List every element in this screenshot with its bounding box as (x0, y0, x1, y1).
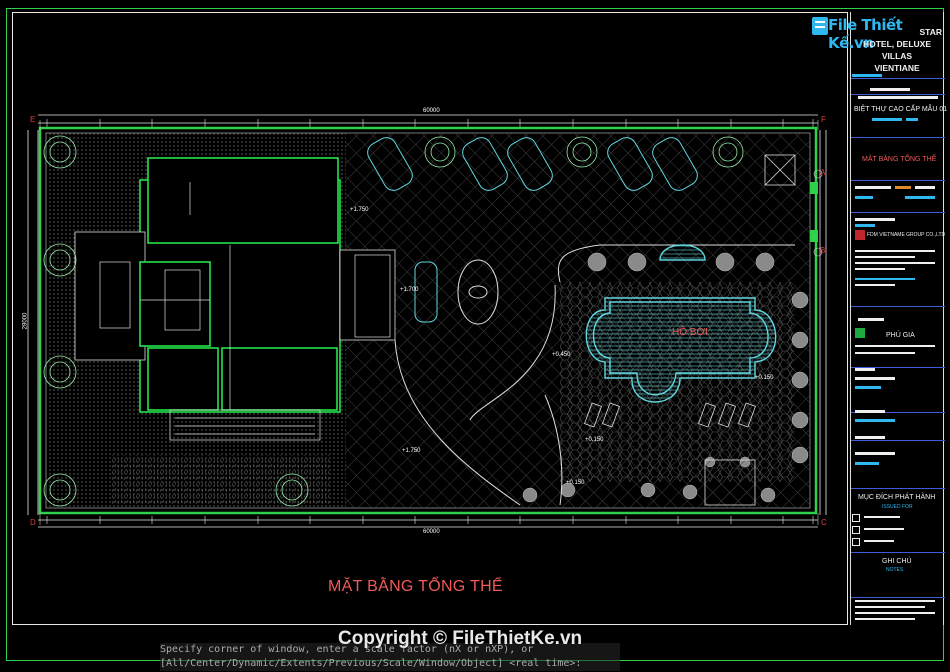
level-label: +0.150 (566, 480, 585, 486)
project-line-1: STAR (919, 27, 942, 37)
notes-heading: GHI CHÚ (882, 558, 912, 565)
bottom-dimension-text: 60000 (423, 529, 440, 535)
level-label: +0.150 (755, 375, 774, 381)
grid-letter-a: A (820, 168, 826, 177)
pavilion (704, 459, 756, 506)
issue-heading: MỤC ĐÍCH PHÁT HÀNH (858, 494, 936, 501)
project-line-3: VIENTIANE (874, 63, 920, 73)
level-label: +1.750 (350, 207, 369, 213)
notes-sub: NOTES (886, 567, 904, 573)
company-logo-icon (855, 230, 865, 240)
drawing-name: MẶT BẰNG TỔNG THỂ (862, 156, 937, 163)
pool-label: HỒ BƠI (672, 327, 708, 338)
project-line-2: HOTEL, DELUXE VILLAS (862, 39, 931, 61)
grid-letter-f: F (821, 115, 826, 124)
grid-letter-d: D (30, 518, 36, 527)
level-label: +0.150 (585, 437, 604, 443)
issue-checkbox[interactable] (852, 538, 860, 546)
company-name: FDM VIETNAME GROUP CO.,LTD (867, 232, 946, 238)
issue-sub: ISSUED FOR (882, 504, 913, 510)
site-plan-drawing[interactable] (0, 0, 950, 672)
copyright-watermark: Copyright © FileThietKe.vn (338, 628, 583, 649)
top-dimension-text: 60000 (423, 108, 440, 114)
grid-letter-c: C (821, 518, 827, 527)
level-label: +1.750 (402, 448, 421, 454)
level-label: +0.450 (552, 352, 571, 358)
phu-gia-logo-icon (855, 328, 865, 338)
issue-checkbox[interactable] (852, 526, 860, 534)
plan-title: MẶT BẰNG TỔNG THỂ (328, 578, 503, 595)
phu-gia-label: PHÚ GIA (886, 332, 915, 339)
issue-checkbox[interactable] (852, 514, 860, 522)
grid-letter-e: E (30, 115, 36, 124)
left-dimension-text: 28000 (22, 312, 29, 330)
lawn-strip (110, 455, 330, 505)
sheet-title: BIỆT THỰ CAO CẤP MẪU 01 (854, 106, 948, 113)
grid-letter-b: B (820, 246, 826, 255)
level-label: +1.700 (400, 287, 419, 293)
command-line-text: [All/Center/Dynamic/Extents/Previous/Sca… (160, 658, 582, 669)
project-name: STAR HOTEL, DELUXE VILLAS VIENTIANE (848, 26, 946, 74)
